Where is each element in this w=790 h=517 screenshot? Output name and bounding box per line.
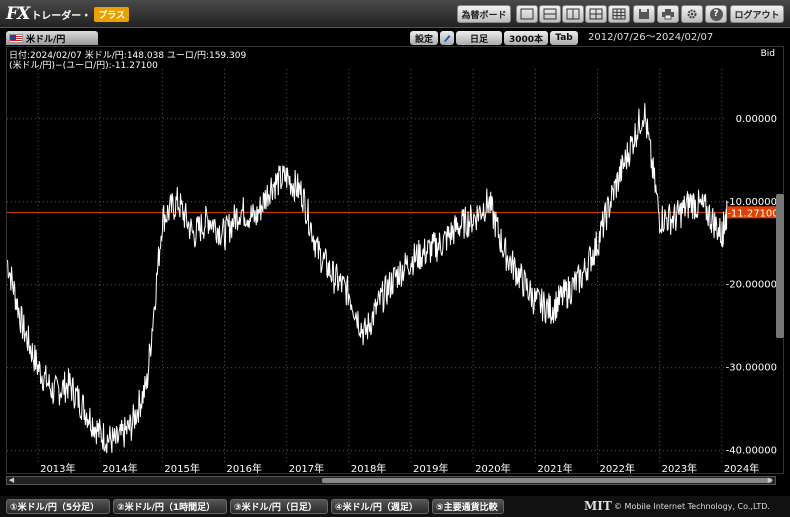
layout-vertical-icon [566, 8, 580, 20]
bottom-tab-bar: ①米ドル/円（5分足） ②米ドル/円（1時間足） ③米ドル/円（日足） ④米ドル… [0, 496, 790, 517]
x-tick-label: 2020年 [475, 462, 510, 475]
x-tick-label: 2017年 [289, 462, 324, 475]
tab-usdjpy-label: 米ドル/円 [26, 34, 66, 45]
draw-tool-button[interactable] [440, 31, 454, 45]
info-line-2: (米ドル/円)−(ユーロ/円):-11.27100 [9, 61, 158, 71]
tab-toggle-button[interactable]: Tab [550, 31, 578, 45]
mit-logo: MIT [584, 499, 612, 513]
line-chart[interactable]: 0.00000 -10.00000 -20.00000 -30.00000 -40.00… [7, 47, 785, 475]
bottom-tab-4[interactable]: ④米ドル/円（週足） [331, 499, 429, 514]
date-range: 2012/07/26～2024/02/07 [588, 32, 714, 43]
bottom-tab-3[interactable]: ③米ドル/円（日足） [230, 499, 328, 514]
layout-single-button[interactable] [516, 5, 538, 23]
y-tick-label: -10.00000 [726, 197, 777, 208]
gear-icon [687, 9, 697, 19]
help-icon: ? [709, 7, 723, 21]
scroll-right-arrow-icon[interactable]: ▶ [766, 477, 775, 484]
app-logo: FX トレーダー・ プラス [6, 4, 130, 24]
bid-label: Bid [760, 49, 775, 59]
layout-grid-icon [612, 8, 626, 20]
layout-vertical-button[interactable] [562, 5, 584, 23]
tab-usdjpy[interactable]: 米ドル/円 [6, 31, 98, 45]
y-tick-label: 0.00000 [736, 114, 777, 125]
print-button[interactable] [657, 5, 679, 23]
rate-board-button[interactable]: 為替ボード [457, 5, 511, 23]
print-icon [662, 9, 674, 20]
x-tick-label: 2016年 [227, 462, 262, 475]
scroll-left-arrow-icon[interactable]: ◀ [7, 477, 16, 484]
bars-count-select[interactable]: 3000本 [504, 31, 548, 45]
chart-settings-button[interactable]: 設定 [410, 31, 438, 45]
layout-horizontal-button[interactable] [539, 5, 561, 23]
bottom-tab-1[interactable]: ①米ドル/円（5分足） [6, 499, 110, 514]
x-tick-label: 2013年 [40, 462, 75, 475]
logout-button[interactable]: ログアウト [730, 5, 784, 23]
series-line [7, 103, 728, 454]
bottom-tab-2[interactable]: ②米ドル/円（1時間足） [113, 499, 227, 514]
layout-single-icon [520, 8, 534, 20]
layout-horizontal-icon [543, 8, 557, 20]
save-icon [639, 9, 649, 19]
chart-header: 米ドル/円 設定 日足 3000本 Tab 2012/07/26～2024/02… [6, 31, 784, 45]
logo-trader: トレーダー・ [31, 10, 92, 22]
copyright-text: © Mobile Internet Technology, Co.,LTD. [614, 502, 770, 511]
logo-plus: プラス [94, 6, 130, 22]
timeframe-select[interactable]: 日足 [456, 31, 502, 45]
x-tick-label: 2018年 [351, 462, 386, 475]
scroll-thumb[interactable] [322, 478, 772, 483]
layout-quad-button[interactable] [585, 5, 607, 23]
y-tick-label: -30.00000 [726, 363, 777, 374]
horizontal-scrollbar[interactable]: ◀ ▶ [6, 476, 776, 485]
vertical-scroll-thumb[interactable] [776, 194, 784, 338]
x-tick-label: 2022年 [600, 462, 635, 475]
save-button[interactable] [633, 5, 655, 23]
top-toolbar: FX トレーダー・ プラス 為替ボード ? ログアウト [0, 0, 790, 28]
help-button[interactable]: ? [705, 5, 727, 23]
layout-grid-button[interactable] [608, 5, 630, 23]
current-value-label: -11.27100 [727, 208, 778, 219]
x-tick-label: 2019年 [413, 462, 448, 475]
bottom-tab-5[interactable]: ⑤主要通貨比較 [432, 499, 504, 514]
x-tick-label: 2015年 [164, 462, 199, 475]
logo-fx: FX [6, 4, 30, 24]
x-tick-label: 2024年 [724, 462, 759, 475]
y-tick-label: -20.00000 [726, 280, 777, 291]
chart-area[interactable]: 0.00000 -10.00000 -20.00000 -30.00000 -40.00… [6, 46, 785, 475]
y-tick-label: -40.00000 [726, 446, 777, 457]
x-tick-label: 2014年 [102, 462, 137, 475]
x-tick-label: 2021年 [537, 462, 572, 475]
layout-quad-icon [589, 8, 603, 20]
settings-button[interactable] [681, 5, 703, 23]
x-tick-label: 2023年 [662, 462, 697, 475]
pencil-icon [444, 35, 451, 42]
us-flag-icon [9, 33, 23, 43]
